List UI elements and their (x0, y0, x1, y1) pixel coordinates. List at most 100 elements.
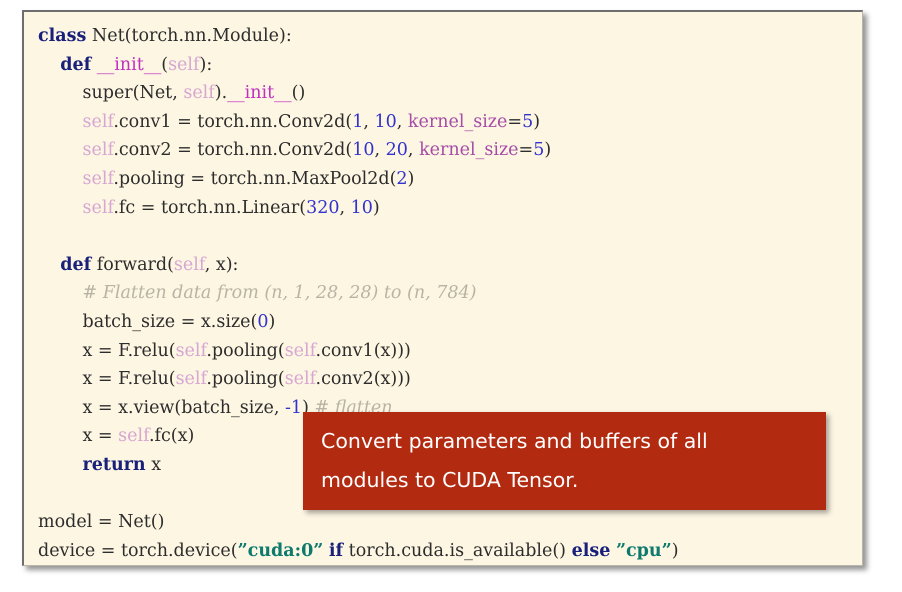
code-token: self (168, 54, 200, 75)
code-token: 10 (374, 111, 397, 132)
code-token: ) (544, 140, 552, 161)
code-token: if (328, 540, 344, 561)
code-token: self (183, 83, 215, 104)
code-token: ). (214, 83, 228, 104)
code-token: batch_size = x.size( (38, 311, 258, 332)
code-token: 1 (352, 111, 364, 132)
code-token: model = Net() (38, 512, 165, 533)
code-token: ) (407, 168, 415, 189)
code-token: kernel_size (419, 140, 519, 161)
code-token: -1 (285, 397, 303, 418)
code-token: def (60, 254, 92, 275)
code-token: kernel_size (407, 111, 508, 132)
callout-annotation: Convert parameters and buffers of all mod… (303, 412, 826, 510)
callout-line: Convert parameters and buffers of all (321, 429, 708, 453)
code-token: , (407, 140, 420, 161)
code-line: self.conv2 = torch.nn.Conv2d(10, 20, ker… (38, 136, 862, 165)
code-token: = (518, 140, 534, 161)
code-line (38, 222, 862, 251)
code-token: , (363, 111, 375, 132)
code-token: .conv1(x))) (315, 340, 411, 361)
code-token: .fc = torch.nn.Linear( (113, 197, 307, 218)
code-token: self (82, 140, 114, 161)
code-token: device = torch.device( (38, 540, 238, 561)
code-token: return (82, 454, 146, 475)
code-token: self (173, 254, 205, 275)
code-token: x = x.view(batch_size, (38, 397, 286, 418)
code-token: .conv1 = torch.nn.Conv2d( (113, 111, 353, 132)
code-token: 5 (533, 140, 545, 161)
code-token: ) (372, 197, 380, 218)
code-token: self (284, 340, 316, 361)
code-token: () (291, 83, 306, 104)
code-token: class (38, 26, 87, 46)
code-token: ) (268, 311, 276, 332)
code-token: .fc(x) (148, 426, 195, 447)
code-token: self (82, 168, 114, 189)
code-token: .pooling = torch.nn.MaxPool2d( (113, 168, 397, 189)
code-token: .conv2(x))) (315, 369, 411, 390)
code-line: # Flatten data from (n, 1, 28, 28) to (n… (38, 279, 862, 308)
callout-line: modules to CUDA Tensor. (321, 468, 579, 492)
code-token: __init__ (96, 54, 162, 75)
code-token: 10 (350, 197, 373, 218)
code-token: forward( (91, 254, 174, 275)
code-token: 320 (306, 197, 340, 218)
code-token: x = F.relu( (38, 369, 176, 390)
code-token: x = (38, 426, 119, 447)
code-line: super(Net, self).__init__() (38, 79, 862, 108)
code-token: , (339, 197, 351, 218)
code-token: .pooling( (206, 369, 285, 390)
code-token: .pooling( (206, 340, 285, 361)
code-line: class Net(torch.nn.Module): (38, 22, 862, 51)
code-token: 20 (385, 140, 408, 161)
code-token: else (571, 540, 611, 561)
code-token: torch.cuda.is_available() (343, 540, 572, 561)
code-token: 10 (352, 140, 375, 161)
code-token: ) (533, 111, 541, 132)
code-token: __init__ (227, 83, 292, 104)
code-token: 0 (257, 311, 269, 332)
code-token: self (82, 197, 114, 218)
code-token: self (118, 426, 149, 447)
code-line: device = torch.device(”cuda:0” if torch.… (38, 537, 862, 565)
code-token: def (60, 54, 92, 75)
code-token: self (175, 369, 207, 390)
code-token: , (396, 111, 408, 132)
code-line: x = F.relu(self.pooling(self.conv2(x))) (38, 365, 862, 394)
code-token: , (374, 140, 386, 161)
code-token: super(Net, (38, 83, 184, 104)
code-token: ”cuda:0” (237, 540, 324, 561)
code-token: ): (199, 54, 213, 75)
code-line: model.to(device) (38, 565, 862, 566)
code-token: x (145, 454, 162, 475)
code-line: def forward(self, x): (38, 251, 862, 280)
code-line: x = F.relu(self.pooling(self.conv1(x))) (38, 337, 862, 366)
code-token: ”cpu” (615, 540, 672, 561)
code-token: 2 (396, 168, 408, 189)
code-token: 5 (522, 111, 534, 132)
code-token: , x): (204, 254, 239, 275)
code-line: def __init__(self): (38, 51, 862, 80)
code-token: .conv2 = torch.nn.Conv2d( (113, 140, 353, 161)
code-line: self.pooling = torch.nn.MaxPool2d(2) (38, 165, 862, 194)
code-line: batch_size = x.size(0) (38, 308, 862, 337)
code-token: ) (671, 540, 679, 561)
code-line: self.conv1 = torch.nn.Conv2d(1, 10, kern… (38, 108, 862, 137)
code-token: # Flatten data from (n, 1, 28, 28) to (n… (82, 283, 477, 304)
code-line: model = Net() (38, 508, 862, 537)
code-token: x = F.relu( (38, 340, 176, 361)
slide-screenshot: class Net(torch.nn.Module): def __init__… (0, 0, 902, 592)
code-token: = (507, 111, 523, 132)
code-line: self.fc = torch.nn.Linear(320, 10) (38, 194, 862, 223)
